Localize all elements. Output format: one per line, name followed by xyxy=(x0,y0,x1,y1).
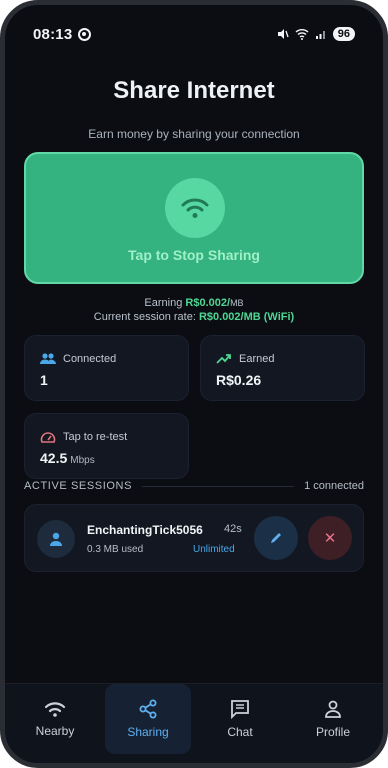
speed-number: 42.5 xyxy=(40,450,68,466)
chat-icon xyxy=(231,700,249,719)
earning-prefix: Earning xyxy=(144,297,183,309)
connected-card: Connected 1 xyxy=(24,335,189,401)
avatar xyxy=(37,520,75,558)
speedometer-icon xyxy=(40,432,56,443)
trending-up-icon xyxy=(216,354,231,364)
connected-label: Connected xyxy=(63,353,117,365)
earning-amount: R$0.002/ xyxy=(185,297,231,309)
nav-item-chat[interactable]: Chat xyxy=(197,684,283,754)
session-rate-line: Current session rate: R$0.002/MB (WiFi) xyxy=(5,311,383,323)
nav-label-nearby: Nearby xyxy=(35,724,75,738)
speed-test-label: Tap to re-test xyxy=(63,431,128,443)
wifi-icon xyxy=(44,702,66,717)
battery-level: 96 xyxy=(337,28,350,40)
pencil-icon xyxy=(271,533,281,543)
wifi-icon xyxy=(165,178,225,238)
speed-unit: Mbps xyxy=(70,455,95,466)
share-icon xyxy=(139,699,157,719)
earned-card: Earned R$0.26 xyxy=(200,335,365,401)
earning-line: Earning R$0.002/MB xyxy=(5,297,383,309)
people-icon xyxy=(40,353,56,364)
session-row: EnchantingTick5056 42s 0.3 MB used Unlim… xyxy=(24,504,364,572)
wifi-status-icon xyxy=(295,29,309,40)
active-sessions-header: ACTIVE SESSIONS 1 connected xyxy=(24,480,364,492)
page-title: Share Internet xyxy=(113,77,275,104)
hotspot-icon xyxy=(78,27,92,41)
page-subtitle: Earn money by sharing your connection xyxy=(88,127,300,141)
nav-label-profile: Profile xyxy=(315,725,350,739)
nav-item-sharing[interactable]: Sharing xyxy=(105,684,191,754)
rate-value: R$0.002/MB (WiFi) xyxy=(198,311,295,323)
person-icon xyxy=(50,532,62,546)
person-icon xyxy=(325,700,341,718)
status-bar: 08:13 96 xyxy=(5,5,383,63)
nav-item-nearby[interactable]: Nearby xyxy=(12,684,98,754)
share-toggle-label: Tap to Stop Sharing xyxy=(128,247,260,263)
speed-test-card[interactable]: Tap to re-test 42.5 Mbps xyxy=(24,413,189,479)
stop-sharing-button[interactable]: Tap to Stop Sharing xyxy=(24,152,364,284)
nav-label-chat: Chat xyxy=(227,725,253,739)
earned-label: Earned xyxy=(239,353,275,365)
edit-session-button[interactable] xyxy=(254,516,298,560)
session-data-used: 0.3 MB used xyxy=(87,544,144,555)
bottom-navigation: Nearby Sharing Chat Profile xyxy=(5,683,383,763)
divider xyxy=(142,485,295,487)
sessions-count: 1 connected xyxy=(304,480,364,492)
battery-badge: 96 xyxy=(332,27,355,41)
status-icons: 96 xyxy=(277,27,355,41)
nav-item-profile[interactable]: Profile xyxy=(290,684,376,754)
session-user-name: EnchantingTick5056 xyxy=(87,523,203,537)
close-icon: ✕ xyxy=(323,530,337,547)
speed-value: 42.5 Mbps xyxy=(40,450,95,466)
end-session-button[interactable]: ✕ xyxy=(308,516,352,560)
earned-value: R$0.26 xyxy=(216,372,262,388)
rate-prefix: Current session rate: xyxy=(93,311,196,323)
mute-icon xyxy=(277,29,289,39)
signal-icon xyxy=(315,31,325,39)
session-plan: Unlimited xyxy=(193,544,235,555)
sessions-heading: ACTIVE SESSIONS xyxy=(24,480,133,492)
nav-label-sharing: Sharing xyxy=(127,725,169,739)
session-duration: 42s xyxy=(224,523,242,535)
status-time: 08:13 xyxy=(33,25,73,43)
phone-screen: 08:13 96 Share Internet Earn money by sh… xyxy=(0,0,388,768)
connected-value: 1 xyxy=(40,372,48,388)
earning-unit: MB xyxy=(230,298,244,308)
